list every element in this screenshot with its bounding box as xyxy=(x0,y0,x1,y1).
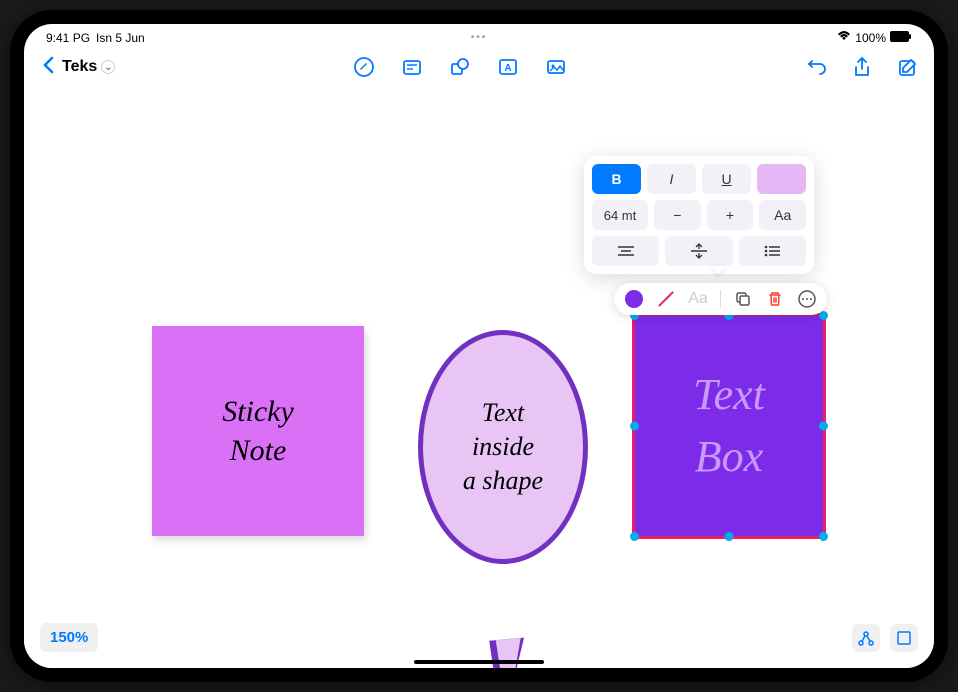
minimap-button[interactable] xyxy=(890,624,918,652)
share-button[interactable] xyxy=(850,55,874,79)
format-row-align xyxy=(592,236,806,266)
resize-handle-ml[interactable] xyxy=(630,422,639,431)
board-title-dropdown[interactable]: Teks ⌄ xyxy=(62,58,115,76)
canvas[interactable]: Sticky Note Text inside a shape Text Box xyxy=(24,88,934,668)
image-tool-icon[interactable] xyxy=(544,55,568,79)
resize-handle-bc[interactable] xyxy=(725,532,734,541)
bottom-right-controls xyxy=(852,624,918,652)
speech-bubble-text: Text inside a shape xyxy=(463,396,543,497)
chevron-down-icon: ⌄ xyxy=(101,60,115,74)
object-context-toolbar: Aa xyxy=(614,283,827,315)
shape-tool-icon[interactable] xyxy=(448,55,472,79)
text-box-object[interactable]: Text Box xyxy=(632,313,826,539)
resize-handle-bl[interactable] xyxy=(630,532,639,541)
fill-color-button[interactable] xyxy=(624,289,644,309)
align-horizontal-button[interactable] xyxy=(592,236,659,266)
text-color-button[interactable] xyxy=(757,164,806,194)
sticky-note-object[interactable]: Sticky Note xyxy=(152,326,364,536)
align-vertical-button[interactable] xyxy=(665,236,732,266)
status-time: 9:41 PG xyxy=(46,31,90,45)
app-toolbar: Teks ⌄ A xyxy=(24,47,934,87)
speech-bubble-object[interactable]: Text inside a shape xyxy=(418,330,588,564)
increase-size-button[interactable]: + xyxy=(707,200,754,230)
screen: 9:41 PG Isn 5 Jun ••• 100% Teks xyxy=(24,24,934,668)
more-options-button[interactable] xyxy=(797,289,817,309)
decrease-size-button[interactable]: − xyxy=(654,200,701,230)
text-tool-icon[interactable]: A xyxy=(496,55,520,79)
text-format-panel: B I U 64 mt − + Aa xyxy=(584,156,814,274)
back-button[interactable] xyxy=(38,54,58,80)
resize-handle-tr[interactable] xyxy=(819,311,828,320)
ipad-frame: 9:41 PG Isn 5 Jun ••• 100% Teks xyxy=(10,10,948,682)
toolbar-center: A xyxy=(115,55,804,79)
format-row-style: B I U xyxy=(592,164,806,194)
resize-handle-mr[interactable] xyxy=(819,422,828,431)
divider xyxy=(720,290,721,308)
status-left: 9:41 PG Isn 5 Jun xyxy=(46,31,145,45)
board-title: Teks xyxy=(62,58,97,76)
bold-button[interactable]: B xyxy=(592,164,641,194)
format-row-size: 64 mt − + Aa xyxy=(592,200,806,230)
navigator-button[interactable] xyxy=(852,624,880,652)
wifi-icon xyxy=(837,30,851,45)
text-box-text: Text Box xyxy=(693,364,765,487)
delete-button[interactable] xyxy=(765,289,785,309)
text-style-button[interactable]: Aa xyxy=(688,289,708,309)
toolbar-left: Teks ⌄ xyxy=(38,54,115,80)
multitask-dots-icon[interactable]: ••• xyxy=(471,32,488,43)
battery-icon xyxy=(890,31,912,45)
status-bar: 9:41 PG Isn 5 Jun ••• 100% xyxy=(24,24,934,47)
status-right: 100% xyxy=(837,30,912,45)
list-button[interactable] xyxy=(739,236,806,266)
stroke-color-button[interactable] xyxy=(656,289,676,309)
underline-button[interactable]: U xyxy=(702,164,751,194)
zoom-level-button[interactable]: 150% xyxy=(40,623,98,652)
pen-tool-icon[interactable] xyxy=(352,55,376,79)
font-case-button[interactable]: Aa xyxy=(759,200,806,230)
resize-handle-br[interactable] xyxy=(819,532,828,541)
duplicate-button[interactable] xyxy=(733,289,753,309)
home-indicator[interactable] xyxy=(414,660,544,664)
panel-pointer xyxy=(710,266,726,274)
undo-button[interactable] xyxy=(804,55,828,79)
compose-button[interactable] xyxy=(896,55,920,79)
sticky-note-text: Sticky Note xyxy=(222,392,294,470)
sticky-note-tool-icon[interactable] xyxy=(400,55,424,79)
font-size-display[interactable]: 64 mt xyxy=(592,200,648,230)
status-date: Isn 5 Jun xyxy=(96,31,145,45)
italic-button[interactable]: I xyxy=(647,164,696,194)
battery-percent: 100% xyxy=(855,31,886,45)
toolbar-right xyxy=(804,55,920,79)
svg-text:A: A xyxy=(504,63,511,74)
